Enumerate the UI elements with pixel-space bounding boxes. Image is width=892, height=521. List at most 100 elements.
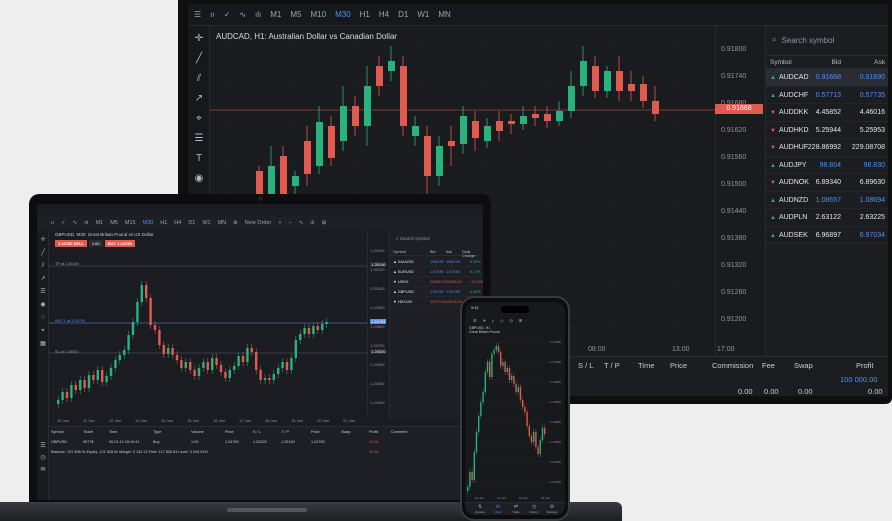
laptop-tool-8[interactable]: ▦ xyxy=(39,340,47,348)
total-profit: 12.00 xyxy=(369,450,379,454)
toolbar-item-8[interactable]: M30 xyxy=(335,10,351,19)
nav-trade[interactable]: ⇄ Trade xyxy=(509,505,523,515)
laptop-toolbar-item-9[interactable]: H4 xyxy=(174,220,181,226)
nav-settings[interactable]: ⚙ Settings xyxy=(545,505,559,515)
laptop-tool-5[interactable]: ◉ xyxy=(39,301,47,309)
laptop-toolbar-item-11[interactable]: W1 xyxy=(202,220,210,226)
watchlist-row-audhkd[interactable]: ▼ AUDHKD 5.25944 5.25953 xyxy=(766,122,888,139)
watchlist-row-audsek[interactable]: ▲ AUDSEK 6.96897 6.97034 xyxy=(766,227,888,244)
objects-icon[interactable]: ◇ xyxy=(500,318,503,323)
crosshair-icon[interactable]: ✛ xyxy=(483,318,486,323)
toolbar-item-9[interactable]: H1 xyxy=(360,10,370,19)
symbol-name: ▼ HDX100 xyxy=(393,300,413,304)
laptop-toolbar-item-12[interactable]: MN xyxy=(218,220,227,226)
laptop-panel-tool-1[interactable]: ◷ xyxy=(39,454,47,462)
laptop-toolbar-item-5[interactable]: M5 xyxy=(110,220,118,226)
drawing-tool-5[interactable]: ☰ xyxy=(192,132,206,146)
laptop-tool-2[interactable]: ⫽ xyxy=(39,262,47,270)
laptop-toolbar-item-0[interactable]: ıı xyxy=(51,220,54,226)
mobile-candle xyxy=(526,409,528,429)
laptop-toolbar-item-7[interactable]: M30 xyxy=(143,220,154,226)
nav-quotes[interactable]: ⇅ Quotes xyxy=(473,505,487,515)
laptop-candle xyxy=(312,322,315,338)
watchlist-row-audnzd[interactable]: ▲ AUDNZD 1.08657 1.08694 xyxy=(766,192,888,209)
laptop-candle xyxy=(158,326,161,349)
laptop-toolbar-item-10[interactable]: D1 xyxy=(188,220,195,226)
laptop-symbol-search[interactable]: ⌕ Search symbol xyxy=(396,236,430,241)
drawing-tool-6[interactable]: T xyxy=(192,152,206,166)
toolbar-item-12[interactable]: W1 xyxy=(417,10,429,19)
laptop-toolbar-item-8[interactable]: H1 xyxy=(160,220,167,226)
laptop-tool-0[interactable]: ✛ xyxy=(39,236,47,244)
laptop-toolbar-item-18[interactable]: ılı xyxy=(310,220,314,226)
watchlist-row-audcad[interactable]: ▲ AUDCAD 0.91668 0.91690 xyxy=(766,69,888,87)
watchlist-row-audhuf[interactable]: ▼ AUDHUF 228.86992 229.08708 xyxy=(766,139,888,157)
volume-input[interactable]: 1.00 xyxy=(88,240,103,247)
laptop-watch-row-gbpusd[interactable]: ▲ GBPUSD 1.24783 1.24785 0.26% xyxy=(390,287,483,297)
laptop-toolbar-item-15[interactable]: + xyxy=(278,220,281,226)
symbol-name: ▼ AUDDKK xyxy=(770,109,809,116)
laptop-time-tick: 12 Jan xyxy=(109,418,122,423)
nav-chart[interactable]: ılı Chart xyxy=(491,505,505,515)
toolbar-item-1[interactable]: ıı xyxy=(210,10,214,19)
laptop-tool-6[interactable]: ♢ xyxy=(39,314,47,322)
toolbar-item-3[interactable]: ∿ xyxy=(239,10,246,19)
laptop-panel-tool-2[interactable]: ✉ xyxy=(39,466,47,474)
mobile-candlestick-chart[interactable] xyxy=(465,332,549,496)
watchlist-row-audjpy[interactable]: ▲ AUDJPY 98.804 98.830 xyxy=(766,157,888,174)
laptop-toolbar-item-16[interactable]: − xyxy=(289,220,292,226)
laptop-tool-1[interactable]: ╱ xyxy=(39,249,47,257)
total-value: 0.00 xyxy=(738,387,753,396)
toolbar-item-0[interactable]: ☰ xyxy=(194,10,201,19)
laptop-toolbar-item-13[interactable]: ⊕ xyxy=(233,220,238,226)
toolbar-item-5[interactable]: M1 xyxy=(270,10,281,19)
drawing-tool-1[interactable]: ╱ xyxy=(192,52,206,66)
drawing-tool-0[interactable]: ✛ xyxy=(192,32,206,46)
toolbar-item-7[interactable]: M10 xyxy=(311,10,327,19)
mobile-candle xyxy=(535,429,537,450)
gbpusd-candlestick-chart[interactable] xyxy=(49,230,367,414)
toolbar-item-13[interactable]: MN xyxy=(438,10,450,19)
watchlist-row-auddkk[interactable]: ▼ AUDDKK 4.45852 4.46016 xyxy=(766,104,888,122)
toolbar-item-11[interactable]: D1 xyxy=(398,10,408,19)
symbol-search[interactable]: ⌕ Search symbol xyxy=(772,32,884,48)
laptop-tool-7[interactable]: ⌖ xyxy=(39,327,47,335)
nav-history[interactable]: ◷ History xyxy=(527,505,541,515)
toolbar-item-10[interactable]: H4 xyxy=(379,10,389,19)
laptop-watch-row-eurusd[interactable]: ▲ EURUSD 1.07480 1.07480 0.17% xyxy=(390,267,483,277)
drawing-tool-3[interactable]: ↗ xyxy=(192,92,206,106)
laptop-toolbar-item-2[interactable]: ∿ xyxy=(73,220,78,226)
toolbar-item-2[interactable]: ✓ xyxy=(224,10,231,19)
laptop-watch-row-usdx[interactable]: ▼ USDX 23636.10 23636.10 −0.13% xyxy=(390,277,483,287)
laptop-toolbar-item-3[interactable]: ılı xyxy=(84,220,88,226)
laptop-candle xyxy=(79,376,82,394)
buy-button[interactable]: BUY 1.24785 xyxy=(104,240,135,247)
drawing-tool-2[interactable]: ⫽ xyxy=(192,72,206,86)
laptop-toolbar-item-19[interactable]: ⊞ xyxy=(322,220,327,226)
laptop-panel-tool-0[interactable]: ☰ xyxy=(39,442,47,450)
toolbar-item-4[interactable]: ılı xyxy=(255,10,261,19)
timeframe-icon[interactable]: ◷ xyxy=(509,318,513,323)
laptop-tool-3[interactable]: ↗ xyxy=(39,275,47,283)
laptop-toolbar-item-6[interactable]: M15 xyxy=(125,220,136,226)
daily-change: 0.26% xyxy=(470,290,481,294)
symbol-name: ▲ AUDJPY xyxy=(770,161,807,169)
menu-icon[interactable]: ☰ xyxy=(473,318,477,323)
laptop-toolbar-item-14[interactable]: New Order xyxy=(245,220,272,226)
trade-icon[interactable]: ⊞ xyxy=(519,318,522,323)
toolbar-item-6[interactable]: M5 xyxy=(290,10,301,19)
watchlist-row-audchf[interactable]: ▲ AUDCHF 0.57713 0.57735 xyxy=(766,87,888,104)
laptop-toolbar-item-4[interactable]: M1 xyxy=(96,220,104,226)
laptop-toolbar-item-1[interactable]: ✓ xyxy=(61,220,66,226)
laptop-watch-row-xauusd[interactable]: ▲ XAUUSD 1946.80 1946.98 0.35% xyxy=(390,257,483,267)
indicator-icon[interactable]: ƒ xyxy=(492,318,494,323)
sell-button[interactable]: 1.24783 SELL xyxy=(55,240,87,247)
watchlist-row-audpln[interactable]: ▲ AUDPLN 2.63122 2.63225 xyxy=(766,209,888,227)
drawing-tool-7[interactable]: ◉ xyxy=(192,172,206,186)
laptop-toolbar-item-17[interactable]: ∿ xyxy=(299,220,304,226)
drawing-tool-4[interactable]: ⌖ xyxy=(192,112,206,126)
laptop-tool-4[interactable]: ☰ xyxy=(39,288,47,296)
watchlist-row-audnok[interactable]: ▼ AUDNOK 6.89340 6.89630 xyxy=(766,174,888,192)
laptop-candle xyxy=(206,358,209,374)
bid-price: 228.86992 xyxy=(807,144,841,151)
